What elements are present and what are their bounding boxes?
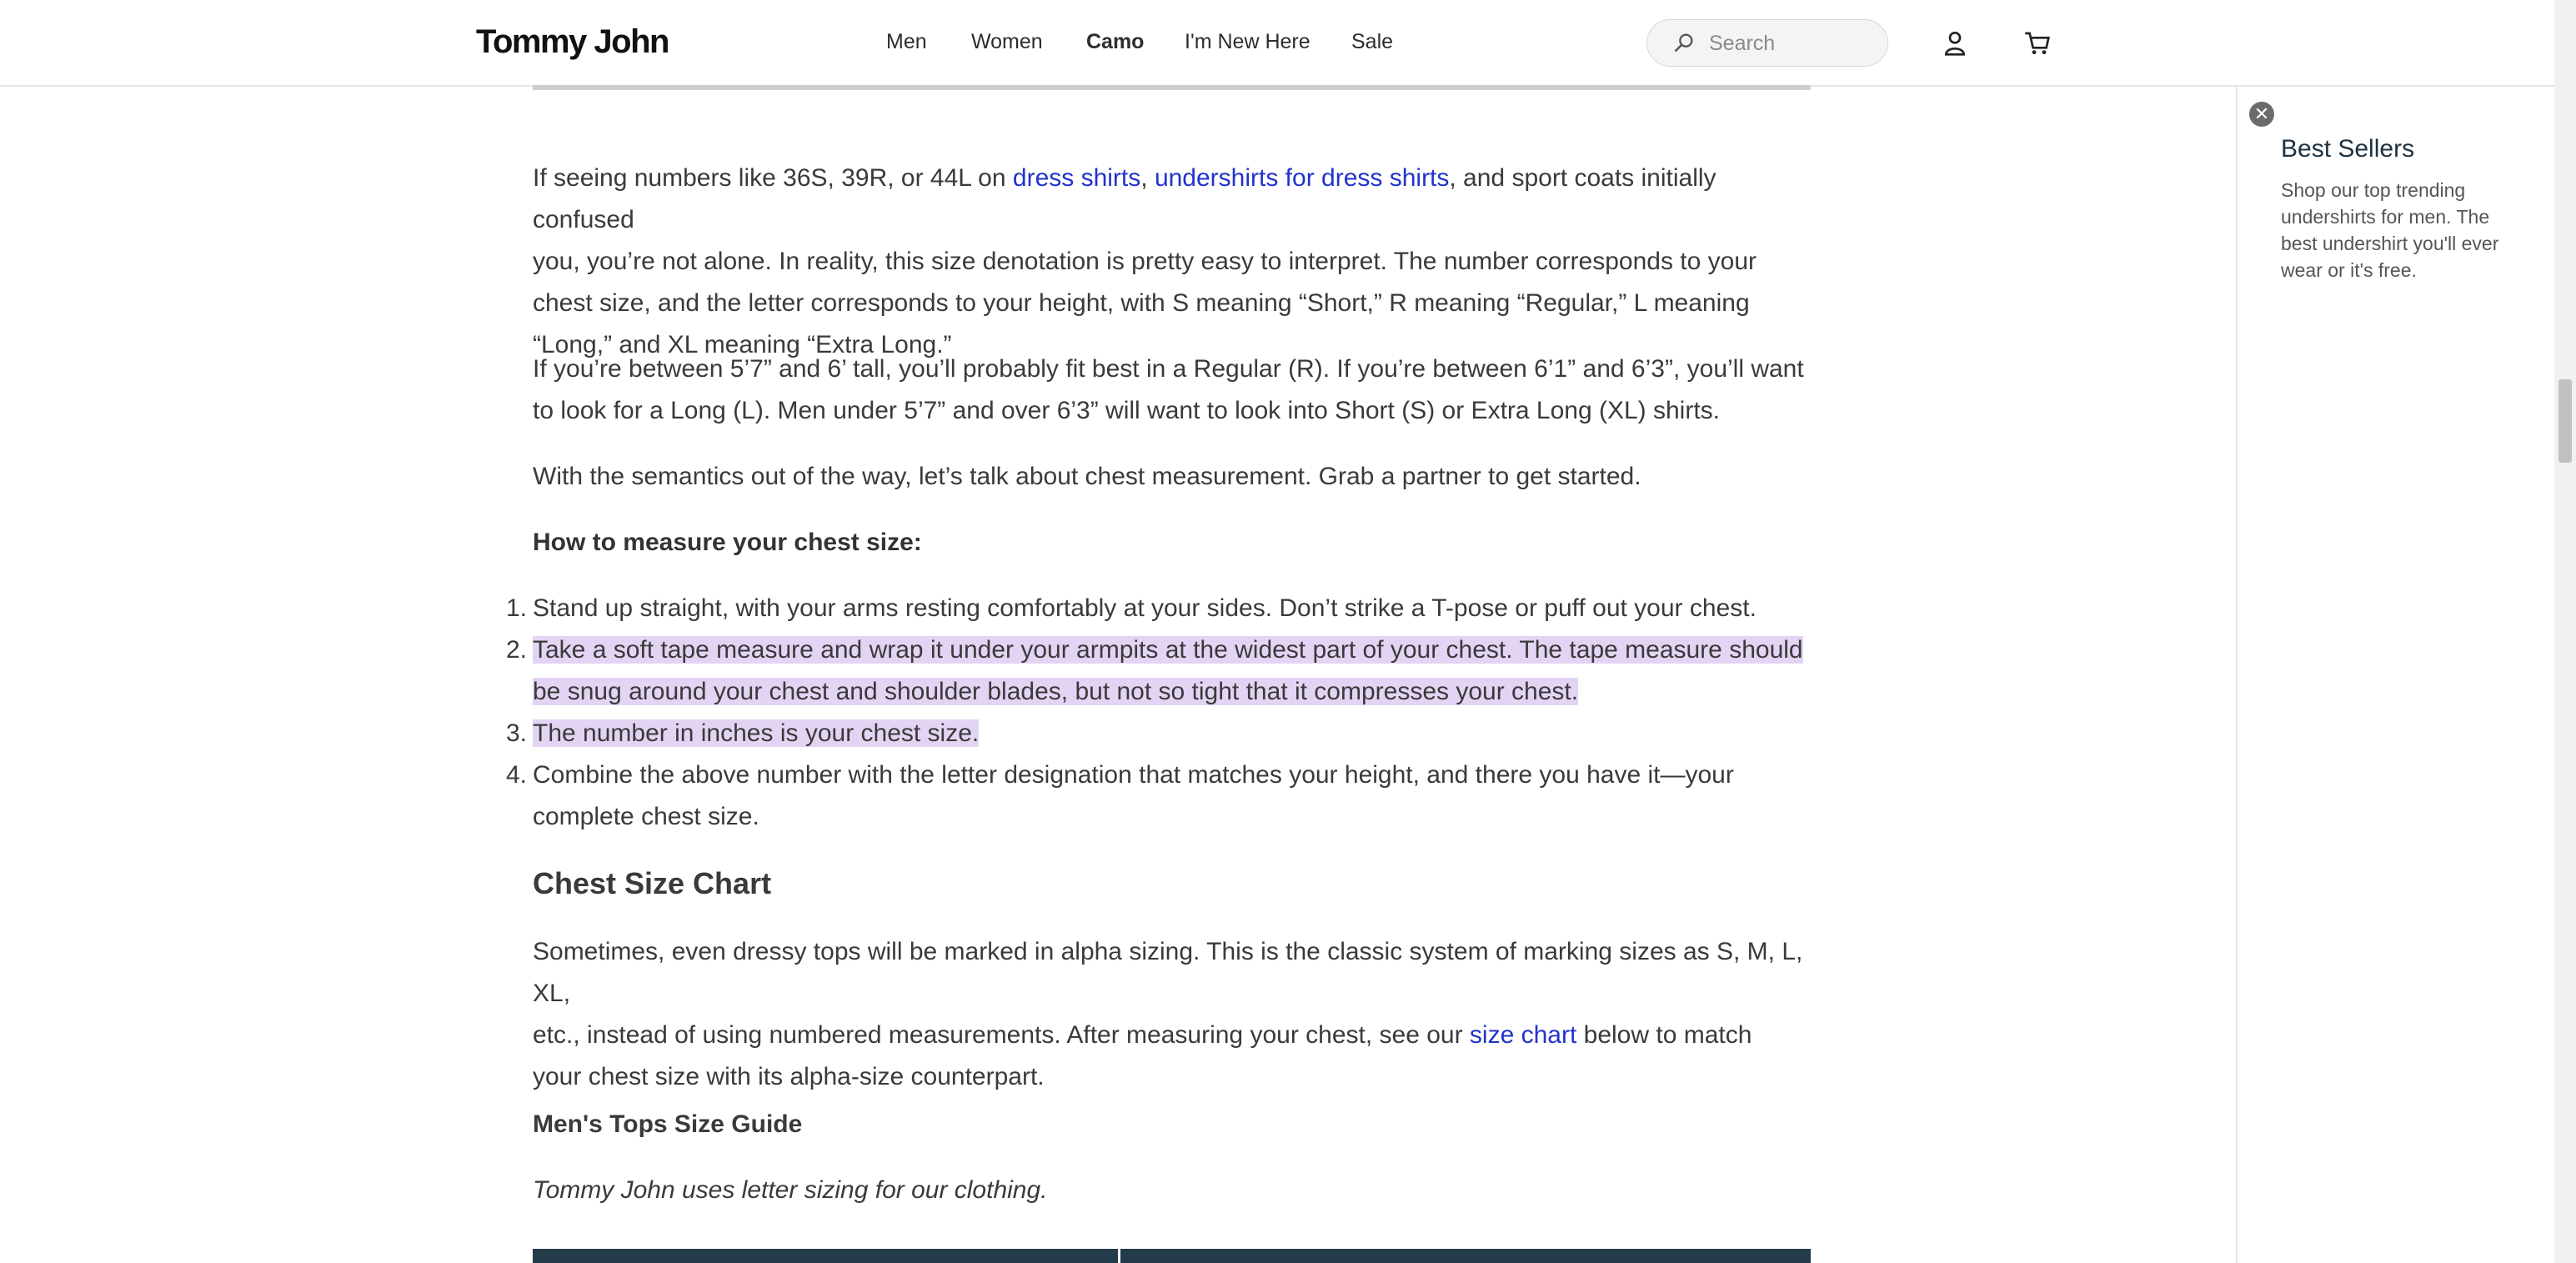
list-number: 1. xyxy=(506,594,528,622)
panel-title[interactable]: Best Sellers xyxy=(2281,135,2414,163)
nav-sale[interactable]: Sale xyxy=(1351,30,1393,54)
text: Sometimes, even dressy tops will be mark… xyxy=(533,938,1803,1007)
nav-camo[interactable]: Camo xyxy=(1086,30,1144,54)
link-undershirts-for-dress-shirts[interactable]: undershirts for dress shirts xyxy=(1155,164,1449,192)
content-divider xyxy=(533,85,1811,90)
chest-size-chart-heading: Chest Size Chart xyxy=(533,866,772,900)
list-item: 3. The number in inches is your chest si… xyxy=(506,713,1817,754)
nav-im-new-here[interactable]: I'm New Here xyxy=(1185,30,1311,54)
list-item: 4. Combine the above number with the let… xyxy=(506,754,1817,838)
text: to look for a Long (L). Men under 5’7” a… xyxy=(533,397,1721,424)
logo[interactable]: Tommy John xyxy=(476,23,669,61)
paragraph-height: If you’re between 5’7” and 6’ tall, you’… xyxy=(533,348,1817,432)
close-icon[interactable]: ✕ xyxy=(2249,102,2274,127)
nav-women[interactable]: Women xyxy=(971,30,1043,54)
paragraph-alpha-sizing: Sometimes, even dressy tops will be mark… xyxy=(533,931,1817,1098)
link-dress-shirts[interactable]: dress shirts xyxy=(1013,164,1140,192)
search-input[interactable] xyxy=(1707,28,1877,58)
list-number: 4. xyxy=(506,761,528,789)
text: If you’re between 5’7” and 6’ tall, you’… xyxy=(533,355,1804,383)
text: Stand up straight, with your arms restin… xyxy=(533,594,1757,622)
size-guide-heading: Men's Tops Size Guide xyxy=(533,1110,803,1138)
search-box[interactable] xyxy=(1646,19,1888,67)
text: below to match xyxy=(1576,1021,1752,1049)
size-guide-subtitle: Tommy John uses letter sizing for our cl… xyxy=(533,1176,1048,1204)
how-to-heading: How to measure your chest size: xyxy=(533,529,922,556)
text: Combine the above number with the letter… xyxy=(533,761,1734,789)
text: If seeing numbers like 36S, 39R, or 44L … xyxy=(533,164,1013,192)
paragraph-size-intro: If seeing numbers like 36S, 39R, or 44L … xyxy=(533,158,1817,366)
paragraph-semantics: With the semantics out of the way, let’s… xyxy=(533,463,1641,490)
text: complete chest size. xyxy=(533,803,759,830)
scrollbar-thumb[interactable] xyxy=(2558,379,2572,463)
scrollbar[interactable] xyxy=(2554,0,2576,1263)
highlighted-text: The number in inches is your chest size. xyxy=(533,719,980,747)
highlighted-text: be snug around your chest and shoulder b… xyxy=(533,678,1579,705)
list-item: 1. Stand up straight, with your arms res… xyxy=(506,588,1817,629)
size-table-header xyxy=(533,1249,1811,1263)
list-item: 2. Take a soft tape measure and wrap it … xyxy=(506,629,1817,713)
table-column-divider xyxy=(1118,1249,1120,1263)
text: your chest size with its alpha-size coun… xyxy=(533,1063,1045,1090)
steps-list: 1. Stand up straight, with your arms res… xyxy=(506,588,1817,838)
highlighted-text: Take a soft tape measure and wrap it und… xyxy=(533,636,1803,664)
search-icon xyxy=(1674,33,1693,53)
link-size-chart[interactable]: size chart xyxy=(1470,1021,1576,1049)
site-header: Tommy John Men Women Camo I'm New Here S… xyxy=(0,0,2554,87)
list-number: 3. xyxy=(506,719,528,747)
list-number: 2. xyxy=(506,636,528,664)
account-icon[interactable] xyxy=(1942,30,1968,57)
nav-men[interactable]: Men xyxy=(886,30,927,54)
text: , xyxy=(1140,164,1155,192)
text: etc., instead of using numbered measurem… xyxy=(533,1021,1470,1049)
text: chest size, and the letter corresponds t… xyxy=(533,289,1750,317)
text: you, you’re not alone. In reality, this … xyxy=(533,248,1757,275)
best-sellers-panel: ✕ Best Sellers Shop our top trending und… xyxy=(2236,87,2556,1263)
cart-icon[interactable] xyxy=(2024,30,2051,57)
panel-description: Shop our top trending undershirts for me… xyxy=(2281,179,2499,281)
